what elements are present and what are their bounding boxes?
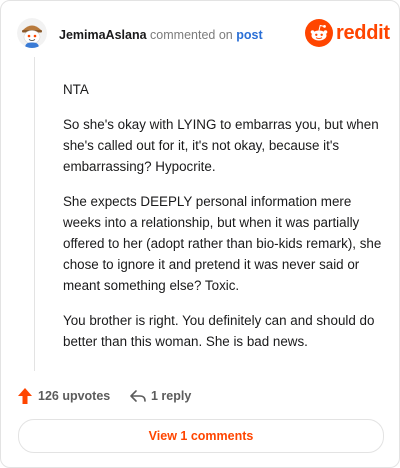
comment-body: NTA So she's okay with LYING to embarras… [63, 79, 385, 366]
thread-line [34, 57, 35, 371]
user-avatar[interactable] [17, 18, 47, 48]
post-link[interactable]: post [236, 28, 262, 42]
reddit-wordmark: reddit [336, 22, 390, 44]
view-comments-button[interactable]: View 1 comments [18, 419, 384, 453]
comment-header: JemimaAslana commented on post reddit [17, 18, 390, 50]
reddit-logo[interactable]: reddit [305, 19, 390, 49]
upvote-count: 126 upvotes [38, 389, 111, 403]
upvote-arrow-icon [18, 388, 32, 404]
comment-card: JemimaAslana commented on post reddit NT… [0, 0, 400, 468]
comment-byline: JemimaAslana commented on post [59, 27, 263, 43]
username-link[interactable]: JemimaAslana [59, 28, 147, 42]
comment-paragraph: So she's okay with LYING to embarras you… [63, 117, 379, 174]
commented-on-text: commented on [150, 28, 233, 42]
reply-arrow-icon [130, 390, 146, 402]
comment-actions: 126 upvotes 1 reply [17, 386, 383, 408]
snoo-avatar-icon [17, 18, 47, 48]
reply-count: 1 reply [151, 389, 192, 403]
comment-paragraph: You brother is right. You definitely can… [63, 313, 375, 349]
comment-paragraph: NTA [63, 82, 89, 97]
comment-paragraph: She expects DEEPLY personal information … [63, 194, 382, 293]
reddit-logo-icon [305, 19, 333, 47]
